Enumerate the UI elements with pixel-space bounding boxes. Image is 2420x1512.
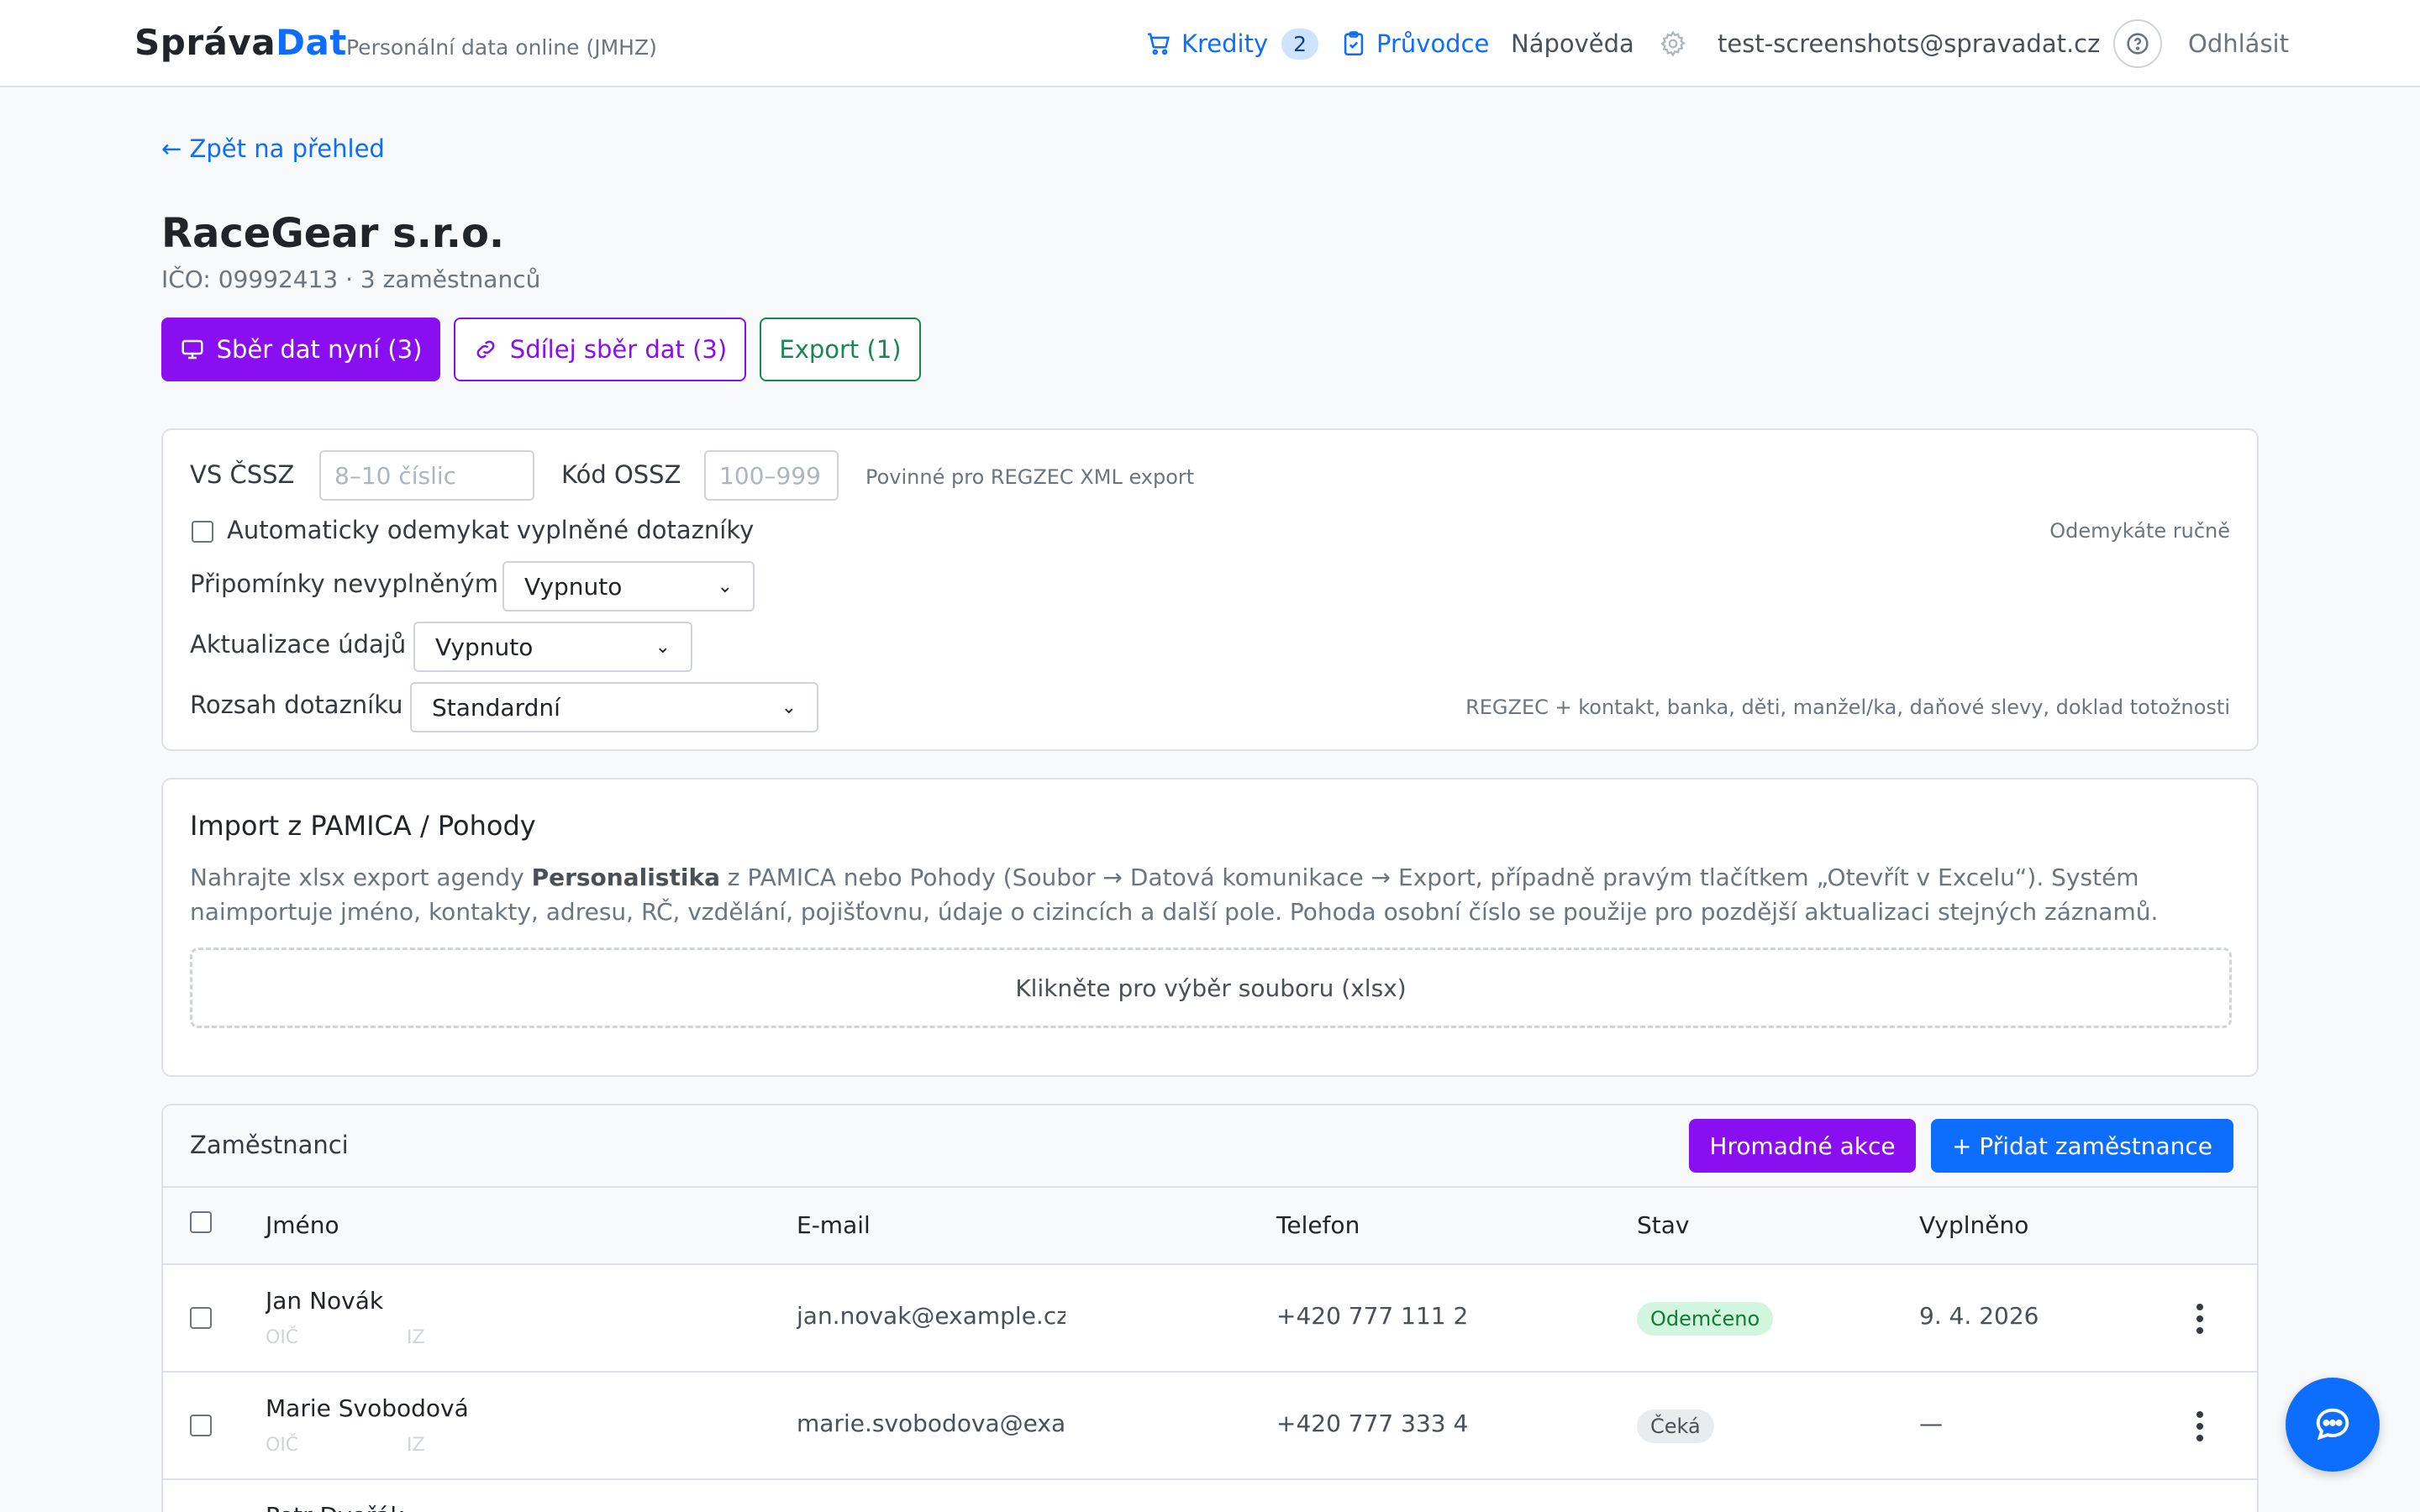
row-select-checkbox[interactable] [190, 1415, 212, 1436]
employee-iz-tag: IZ [407, 1435, 425, 1456]
nav-help-link[interactable]: Nápověda [1511, 25, 1634, 62]
cart-icon [1148, 33, 1170, 55]
nav-guide-link[interactable]: Průvodce [1339, 25, 1489, 62]
brand-name-part1: Správa [134, 22, 276, 63]
table-row[interactable]: Jan Novák OIČ IZ jan.novak@example.cz +4… [163, 1263, 2257, 1371]
help-button[interactable] [2113, 19, 2162, 68]
kod-ossz-label: Kód OSSZ [561, 460, 681, 489]
employee-name[interactable]: Marie Svobodová [266, 1394, 469, 1422]
chat-icon [2316, 1408, 2349, 1441]
top-navbar: SprávaDat Personální data online (JMHZ) … [0, 0, 2420, 87]
nav-credits-label: Kredity [1181, 29, 1269, 58]
scope-hint: REGZEC + kontakt, banka, děti, manžel/ka… [1465, 696, 2230, 719]
user-email[interactable]: test-screenshots@spravadat.cz [1718, 25, 2100, 62]
scope-select[interactable]: Standardní ⌄ [410, 682, 818, 732]
brand-subtitle: Personální data online (JMHZ) [346, 35, 657, 60]
import-title: Import z PAMICA / Pohody [190, 810, 536, 842]
back-to-overview-link[interactable]: ← Zpět na přehled [161, 134, 385, 163]
auto-unlock-label[interactable]: Automaticky odemykat vyplněné dotazníky [227, 516, 754, 544]
status-badge: Čeká [1637, 1410, 1714, 1443]
scope-label: Rozsah dotazníku [190, 690, 403, 719]
import-card: Import z PAMICA / Pohody Nahrajte xlsx e… [161, 778, 2259, 1077]
nav-guide-label: Průvodce [1376, 29, 1490, 58]
chevron-down-icon: ⌄ [781, 696, 797, 718]
filled-date: — [1919, 1410, 1943, 1437]
column-header-status[interactable]: Stav [1637, 1211, 1689, 1239]
import-description: Nahrajte xlsx export agendy Personalisti… [190, 860, 2223, 929]
column-header-filled[interactable]: Vyplněno [1919, 1211, 2028, 1239]
table-row[interactable]: Petr Dvořák [163, 1478, 2257, 1512]
employee-iz-tag: IZ [407, 1327, 425, 1348]
employee-name[interactable]: Petr Dvořák [266, 1502, 404, 1512]
page-title: RaceGear s.r.o. [161, 210, 505, 257]
nav-credits-link[interactable]: Kredity 2 [1144, 25, 1319, 62]
reminders-label: Připomínky nevyplněným [190, 570, 498, 598]
updates-label: Aktualizace údajů [190, 630, 407, 659]
updates-select-value: Vypnuto [435, 633, 534, 661]
nav-help-label: Nápověda [1511, 29, 1634, 58]
employee-email: jan.novak@example.cz [797, 1302, 1065, 1330]
add-employee-button[interactable]: + Přidat zaměstnance [1931, 1119, 2233, 1173]
row-menu-icon[interactable] [2196, 1304, 2207, 1334]
auto-unlock-hint: Odemykáte ručně [2049, 519, 2230, 543]
column-header-email[interactable]: E-mail [797, 1211, 871, 1239]
export-button[interactable]: Export (1) [760, 318, 921, 381]
import-text-bold: Personalistika [531, 864, 720, 891]
file-dropzone[interactable]: Klikněte pro výběr souboru (xlsx) [190, 948, 2232, 1028]
help-circle-icon [2127, 33, 2149, 55]
collect-data-now-label: Sběr dat nyní (3) [216, 335, 423, 364]
employee-name[interactable]: Jan Novák [266, 1287, 383, 1315]
row-menu-icon[interactable] [2196, 1411, 2207, 1441]
collect-data-now-button[interactable]: Sběr dat nyní (3) [161, 318, 440, 381]
chat-button[interactable] [2286, 1378, 2380, 1472]
filled-date: 9. 4. 2026 [1919, 1302, 2039, 1330]
brand-name-part2: Dat [276, 22, 347, 63]
settings-button[interactable] [1659, 25, 1687, 62]
bulk-actions-button[interactable]: Hromadné akce [1689, 1119, 1916, 1173]
status-badge: Odemčeno [1637, 1302, 1774, 1336]
chevron-down-icon: ⌄ [655, 636, 671, 658]
column-header-name[interactable]: Jméno [266, 1211, 339, 1239]
import-text-before: Nahrajte xlsx export agendy [190, 864, 532, 891]
employees-header-bar: Zaměstnanci Hromadné akce + Přidat zaměs… [163, 1105, 2257, 1188]
vs-cssz-label: VS ČSSZ [190, 460, 295, 489]
share-data-collection-button[interactable]: Sdílej sběr dat (3) [454, 318, 746, 381]
employee-phone: +420 777 333 4 [1276, 1410, 1468, 1437]
regzec-required-hint: Povinné pro REGZEC XML export [865, 465, 1195, 489]
share-data-collection-label: Sdílej sběr dat (3) [509, 335, 728, 364]
credits-count-badge: 2 [1281, 28, 1319, 60]
row-select-checkbox[interactable] [190, 1307, 212, 1329]
reminders-select-value: Vypnuto [524, 572, 623, 601]
table-row[interactable]: Marie Svobodová OIČ IZ marie.svobodova@e… [163, 1371, 2257, 1478]
select-all-checkbox[interactable] [190, 1211, 212, 1233]
gear-icon [1660, 30, 1686, 57]
brand-logo[interactable]: SprávaDat [134, 22, 347, 63]
table-header-row: Jméno E-mail Telefon Stav Vyplněno [163, 1188, 2257, 1263]
link-icon [476, 340, 495, 359]
auto-unlock-checkbox[interactable] [192, 521, 213, 543]
settings-card: VS ČSSZ 8–10 číslic Kód OSSZ 100–999 Pov… [161, 428, 2259, 751]
kod-ossz-input[interactable]: 100–999 [704, 450, 839, 501]
employee-phone: +420 777 111 2 [1276, 1302, 1468, 1330]
employees-title: Zaměstnanci [190, 1131, 349, 1159]
company-info: IČO: 09992413 · 3 zaměstnanců [161, 265, 541, 293]
employee-oic-tag: OIČ [266, 1327, 299, 1348]
employee-email: marie.svobodova@exa [797, 1410, 1065, 1437]
column-header-phone[interactable]: Telefon [1276, 1211, 1360, 1239]
reminders-select[interactable]: Vypnuto ⌄ [502, 561, 755, 612]
employees-card: Zaměstnanci Hromadné akce + Přidat zaměs… [161, 1104, 2259, 1512]
monitor-icon [182, 339, 203, 360]
updates-select[interactable]: Vypnuto ⌄ [413, 622, 692, 672]
clipboard-check-icon [1344, 31, 1364, 56]
logout-link[interactable]: Odhlásit [2188, 25, 2289, 62]
employee-oic-tag: OIČ [266, 1435, 299, 1456]
vs-cssz-input[interactable]: 8–10 číslic [319, 450, 534, 501]
scope-select-value: Standardní [432, 693, 560, 722]
chevron-down-icon: ⌄ [717, 575, 733, 597]
